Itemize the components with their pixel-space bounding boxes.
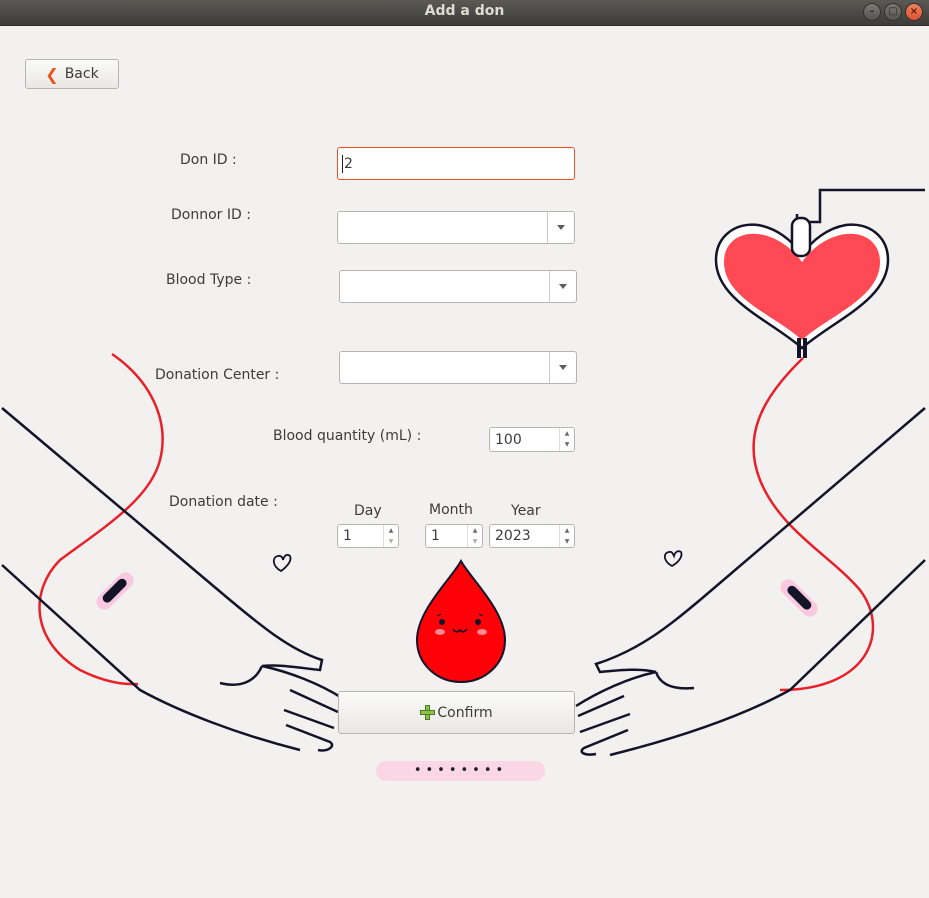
year-label: Year <box>511 503 541 519</box>
blood-quantity-value: 100 <box>495 431 522 448</box>
spin-up-icon[interactable]: ▲ <box>468 525 482 536</box>
back-button-label: Back <box>64 66 99 82</box>
spin-down-icon[interactable]: ▼ <box>560 536 574 547</box>
donor-id-combobox[interactable] <box>337 211 575 244</box>
year-spinner[interactable]: 2023 ▲ ▼ <box>489 524 575 548</box>
blood-drop-icon <box>415 558 507 684</box>
blood-type-label: Blood Type : <box>166 272 252 288</box>
spin-down-icon[interactable]: ▼ <box>384 536 398 547</box>
maximize-icon[interactable]: □ <box>884 3 902 21</box>
spin-down-icon[interactable]: ▼ <box>560 440 574 452</box>
donor-id-label: Donnor ID : <box>171 207 251 223</box>
text-caret <box>342 154 343 173</box>
chevron-down-icon <box>557 225 565 230</box>
window-controls: – □ × <box>863 3 923 21</box>
dropdown-arrow[interactable] <box>549 271 576 302</box>
donation-center-combobox[interactable] <box>339 351 577 384</box>
chevron-down-icon <box>559 284 567 289</box>
day-label: Day <box>354 503 382 519</box>
small-heart-icon <box>272 553 292 573</box>
spinner-arrows: ▲ ▼ <box>559 428 574 451</box>
minimize-icon[interactable]: – <box>863 3 881 21</box>
password-field[interactable]: •••••••• <box>376 761 545 781</box>
spinner-arrows: ▲ ▼ <box>383 525 398 547</box>
spinner-arrows: ▲ ▼ <box>559 525 574 547</box>
don-id-value: 2 <box>344 155 353 172</box>
small-heart-icon <box>663 550 683 568</box>
spinner-arrows: ▲ ▼ <box>467 525 482 547</box>
title-bar[interactable]: Add a don – □ × <box>0 0 929 26</box>
don-id-label: Don ID : <box>180 152 237 168</box>
blood-type-combobox[interactable] <box>339 270 577 303</box>
content-area: ❮ Back Don ID : 2 Donnor ID : Blood Type… <box>0 26 929 898</box>
close-icon[interactable]: × <box>905 3 923 21</box>
back-button[interactable]: ❮ Back <box>25 59 119 89</box>
month-spinner[interactable]: 1 ▲ ▼ <box>425 524 483 548</box>
spin-up-icon[interactable]: ▲ <box>560 525 574 536</box>
spin-down-icon[interactable]: ▼ <box>468 536 482 547</box>
blood-quantity-spinner[interactable]: 100 ▲ ▼ <box>489 427 575 452</box>
month-label: Month <box>429 502 473 518</box>
day-spinner[interactable]: 1 ▲ ▼ <box>337 524 399 548</box>
window-title: Add a don <box>424 3 505 19</box>
dropdown-arrow[interactable] <box>547 212 574 243</box>
spin-up-icon[interactable]: ▲ <box>384 525 398 536</box>
donation-date-label: Donation date : <box>169 494 278 510</box>
dropdown-arrow[interactable] <box>549 352 576 383</box>
app-window: Add a don – □ × ❮ Back Don ID: 2 Donnor… <box>0 0 929 898</box>
spin-up-icon[interactable]: ▲ <box>560 428 574 440</box>
chevron-left-icon: ❮ <box>45 64 59 84</box>
chevron-down-icon <box>559 365 567 370</box>
blood-quantity-label: Blood quantity (mL) : <box>273 428 422 444</box>
plus-icon <box>420 705 436 720</box>
year-value: 2023 <box>495 528 531 544</box>
confirm-button[interactable]: Confirm <box>338 691 575 734</box>
confirm-button-label: Confirm <box>437 704 493 721</box>
donation-center-label: Donation Center : <box>155 367 280 383</box>
month-value: 1 <box>431 528 440 544</box>
day-value: 1 <box>343 528 352 544</box>
don-id-field[interactable]: 2 <box>337 147 575 180</box>
